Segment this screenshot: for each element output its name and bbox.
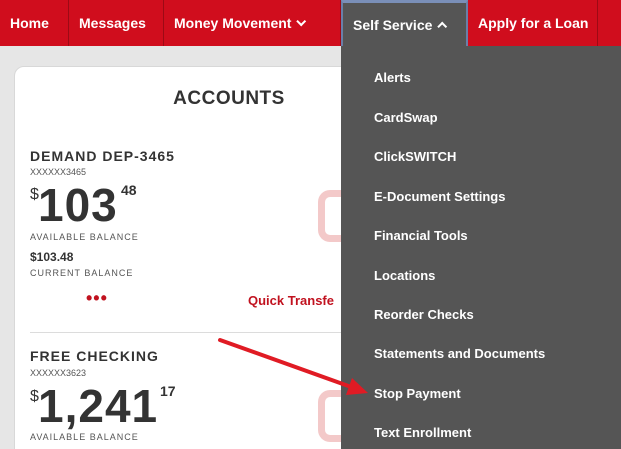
nav-apply-loan[interactable]: Apply for a Loan <box>468 0 598 46</box>
amount-cents: 48 <box>121 182 137 198</box>
nav-money-movement[interactable]: Money Movement <box>164 0 341 46</box>
nav-messages[interactable]: Messages <box>69 0 164 46</box>
available-balance-label: AVAILABLE BALANCE <box>30 232 139 242</box>
menu-item-e-document-settings[interactable]: E-Document Settings <box>374 189 505 204</box>
amount-cents: 17 <box>160 383 176 399</box>
menu-item-cardswap[interactable]: CardSwap <box>374 110 438 125</box>
account-number: XXXXXX3465 <box>30 167 87 177</box>
current-balance-label: CURRENT BALANCE <box>30 268 134 278</box>
nav-home[interactable]: Home <box>0 0 69 46</box>
current-balance-value: $103.48 <box>30 250 74 264</box>
nav-home-label: Home <box>10 15 49 31</box>
main-nav: Home Messages Money Movement Self Servic… <box>0 0 621 46</box>
menu-item-alerts[interactable]: Alerts <box>374 70 411 85</box>
chevron-down-icon <box>296 15 307 26</box>
menu-item-reorder-checks[interactable]: Reorder Checks <box>374 307 474 322</box>
amount-main: 103 <box>38 179 118 231</box>
available-balance-label: AVAILABLE BALANCE <box>30 432 139 442</box>
menu-item-financial-tools[interactable]: Financial Tools <box>374 228 468 243</box>
more-options-icon[interactable]: ••• <box>86 288 108 309</box>
chevron-up-icon <box>437 21 448 32</box>
nav-self-service-label: Self Service <box>353 16 433 33</box>
menu-item-clickswitch[interactable]: ClickSWITCH <box>374 149 456 164</box>
menu-item-stop-payment[interactable]: Stop Payment <box>374 386 461 401</box>
quick-transfer-link[interactable]: Quick Transfe <box>248 293 334 308</box>
menu-item-statements-documents[interactable]: Statements and Documents <box>374 346 545 361</box>
nav-apply-loan-label: Apply for a Loan <box>478 15 589 31</box>
menu-item-locations[interactable]: Locations <box>374 268 435 283</box>
menu-item-text-enrollment[interactable]: Text Enrollment <box>374 425 471 440</box>
account-name[interactable]: FREE CHECKING <box>30 348 159 364</box>
account-name[interactable]: DEMAND DEP-3465 <box>30 148 175 164</box>
amount-main: 1,241 <box>38 380 159 432</box>
nav-messages-label: Messages <box>79 15 146 31</box>
nav-self-service[interactable]: Self Service <box>341 0 468 46</box>
self-service-dropdown: Alerts CardSwap ClickSWITCH E-Document S… <box>341 46 621 449</box>
nav-money-movement-label: Money Movement <box>174 15 292 31</box>
account-divider <box>30 332 350 333</box>
account-number: XXXXXX3623 <box>30 368 87 378</box>
